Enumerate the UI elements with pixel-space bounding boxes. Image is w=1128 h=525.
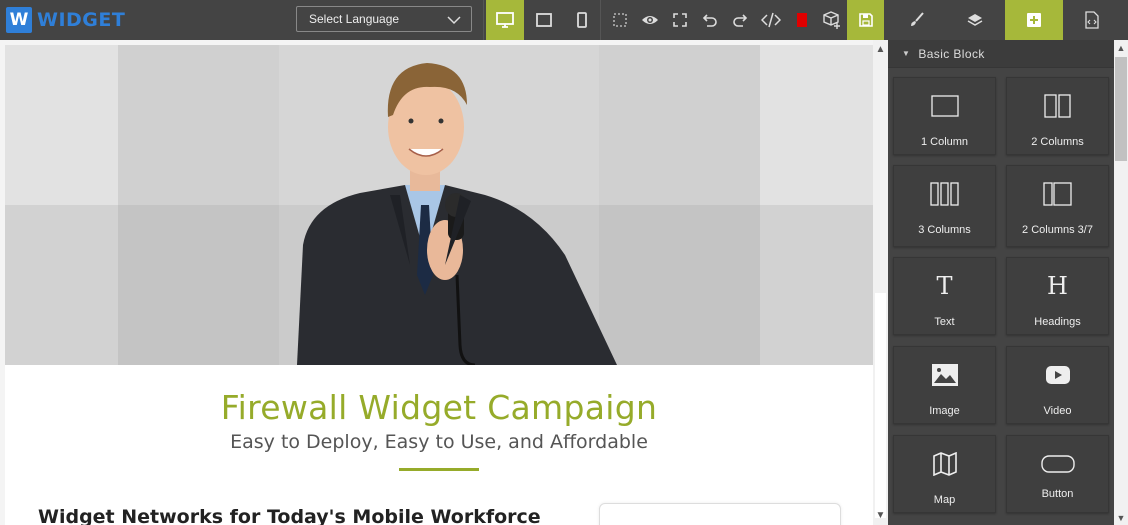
block-headings[interactable]: H Headings: [1006, 257, 1109, 335]
app-logo[interactable]: W WIDGET: [6, 6, 125, 34]
block-label: Headings: [1034, 316, 1081, 328]
block-map[interactable]: Map: [893, 435, 996, 513]
block-2-columns-3-7[interactable]: 2 Columns 3/7: [1006, 165, 1109, 247]
clear-canvas-button[interactable]: [787, 0, 817, 40]
side-card[interactable]: [599, 503, 841, 525]
device-tablet-button[interactable]: [525, 0, 563, 40]
tablet-icon: [535, 12, 553, 28]
category-header-basic-block[interactable]: ▼ Basic Block: [888, 40, 1114, 68]
caret-down-icon: ▼: [902, 49, 911, 58]
fullscreen-button[interactable]: [665, 0, 695, 40]
block-label: Text: [934, 316, 955, 328]
two-columns-icon: [1043, 90, 1072, 122]
scroll-down-arrow-icon[interactable]: ▼: [1114, 511, 1128, 525]
style-manager-tab[interactable]: [888, 0, 946, 40]
map-icon: [932, 448, 958, 480]
block-label: Button: [1041, 488, 1074, 500]
scroll-up-arrow-icon[interactable]: ▲: [873, 42, 888, 57]
canvas-scrollbar[interactable]: ▲ ▼: [873, 40, 888, 525]
button-icon: [1040, 448, 1075, 480]
code-icon: [761, 12, 781, 28]
top-toolbar: W WIDGET Select Language: [0, 0, 1128, 40]
device-mobile-button[interactable]: [564, 0, 600, 40]
clear-canvas-icon: [797, 12, 807, 28]
hero-title[interactable]: Firewall Widget Campaign: [5, 388, 873, 427]
video-icon: [1045, 359, 1071, 391]
undo-icon: [702, 12, 718, 28]
block-text[interactable]: T Text: [893, 257, 996, 335]
speaker-photo: [297, 63, 617, 365]
outline-icon: [612, 12, 628, 28]
page-frame[interactable]: Firewall Widget Campaign Easy to Deploy,…: [5, 45, 873, 525]
category-title: Basic Block: [918, 46, 985, 61]
outline-button[interactable]: [605, 0, 635, 40]
section-title[interactable]: Widget Networks for Today's Mobile Workf…: [38, 506, 541, 525]
layer-manager-icon: [967, 12, 983, 28]
logo-mark: W: [6, 7, 32, 33]
canvas-scroll-thumb[interactable]: [875, 293, 886, 518]
redo-icon: [732, 12, 748, 28]
desktop-icon: [495, 11, 515, 29]
save-button[interactable]: [847, 0, 884, 40]
two-columns-3-7-icon: [1042, 178, 1073, 210]
block-image[interactable]: Image: [893, 346, 996, 424]
language-select[interactable]: Select Language: [296, 6, 472, 32]
block-label: 2 Columns: [1031, 136, 1084, 148]
undo-button[interactable]: [695, 0, 725, 40]
page-code-icon: [1085, 11, 1099, 29]
layer-manager-tab[interactable]: [946, 0, 1004, 40]
blocks-panel: ▼ Basic Block 1 Column 2 Columns 3 Colum…: [888, 40, 1114, 525]
three-columns-icon: [929, 178, 960, 210]
logo-text: WIDGET: [37, 9, 126, 31]
device-desktop-button[interactable]: [486, 0, 524, 40]
block-3-columns[interactable]: 3 Columns: [893, 165, 996, 247]
text-icon: T: [936, 272, 953, 300]
one-column-icon: [930, 90, 959, 122]
block-label: Video: [1043, 405, 1072, 417]
headings-icon: H: [1047, 272, 1068, 300]
editor-canvas[interactable]: Firewall Widget Campaign Easy to Deploy,…: [0, 40, 888, 525]
preview-eye-icon: [641, 13, 659, 27]
panel-scroll-thumb[interactable]: [1115, 57, 1127, 161]
block-label: Image: [929, 405, 960, 417]
block-1-column[interactable]: 1 Column: [893, 77, 996, 155]
panel-scrollbar[interactable]: ▲ ▼: [1114, 40, 1128, 525]
block-label: 3 Columns: [918, 224, 971, 236]
block-label: 1 Column: [920, 136, 969, 148]
fullscreen-icon: [673, 13, 687, 27]
block-label: Map: [933, 494, 956, 506]
language-select-value: Select Language: [309, 12, 400, 26]
toolbar-divider: [600, 0, 601, 40]
title-underline: [399, 468, 479, 471]
block-2-columns[interactable]: 2 Columns: [1006, 77, 1109, 155]
block-video[interactable]: Video: [1006, 346, 1109, 424]
save-icon: [858, 12, 874, 28]
image-icon: [931, 359, 959, 391]
scroll-up-arrow-icon[interactable]: ▲: [1114, 41, 1128, 55]
import-button[interactable]: [817, 0, 847, 40]
block-label: 2 Columns 3/7: [1022, 224, 1093, 236]
page-code-tab[interactable]: [1063, 0, 1121, 40]
style-manager-brush-icon: [909, 12, 925, 28]
block-button[interactable]: Button: [1006, 435, 1109, 513]
hero-subtitle[interactable]: Easy to Deploy, Easy to Use, and Afforda…: [5, 431, 873, 453]
code-button[interactable]: [755, 0, 787, 40]
chevron-down-icon: [447, 13, 461, 30]
import-icon: [822, 10, 842, 30]
preview-button[interactable]: [635, 0, 665, 40]
hero-image[interactable]: [5, 45, 873, 365]
toolbar-divider: [483, 0, 484, 40]
scroll-down-arrow-icon[interactable]: ▼: [873, 508, 888, 523]
blocks-tab[interactable]: [1005, 0, 1063, 40]
blocks-plus-icon: [1027, 13, 1041, 27]
redo-button[interactable]: [725, 0, 755, 40]
mobile-icon: [576, 11, 588, 29]
